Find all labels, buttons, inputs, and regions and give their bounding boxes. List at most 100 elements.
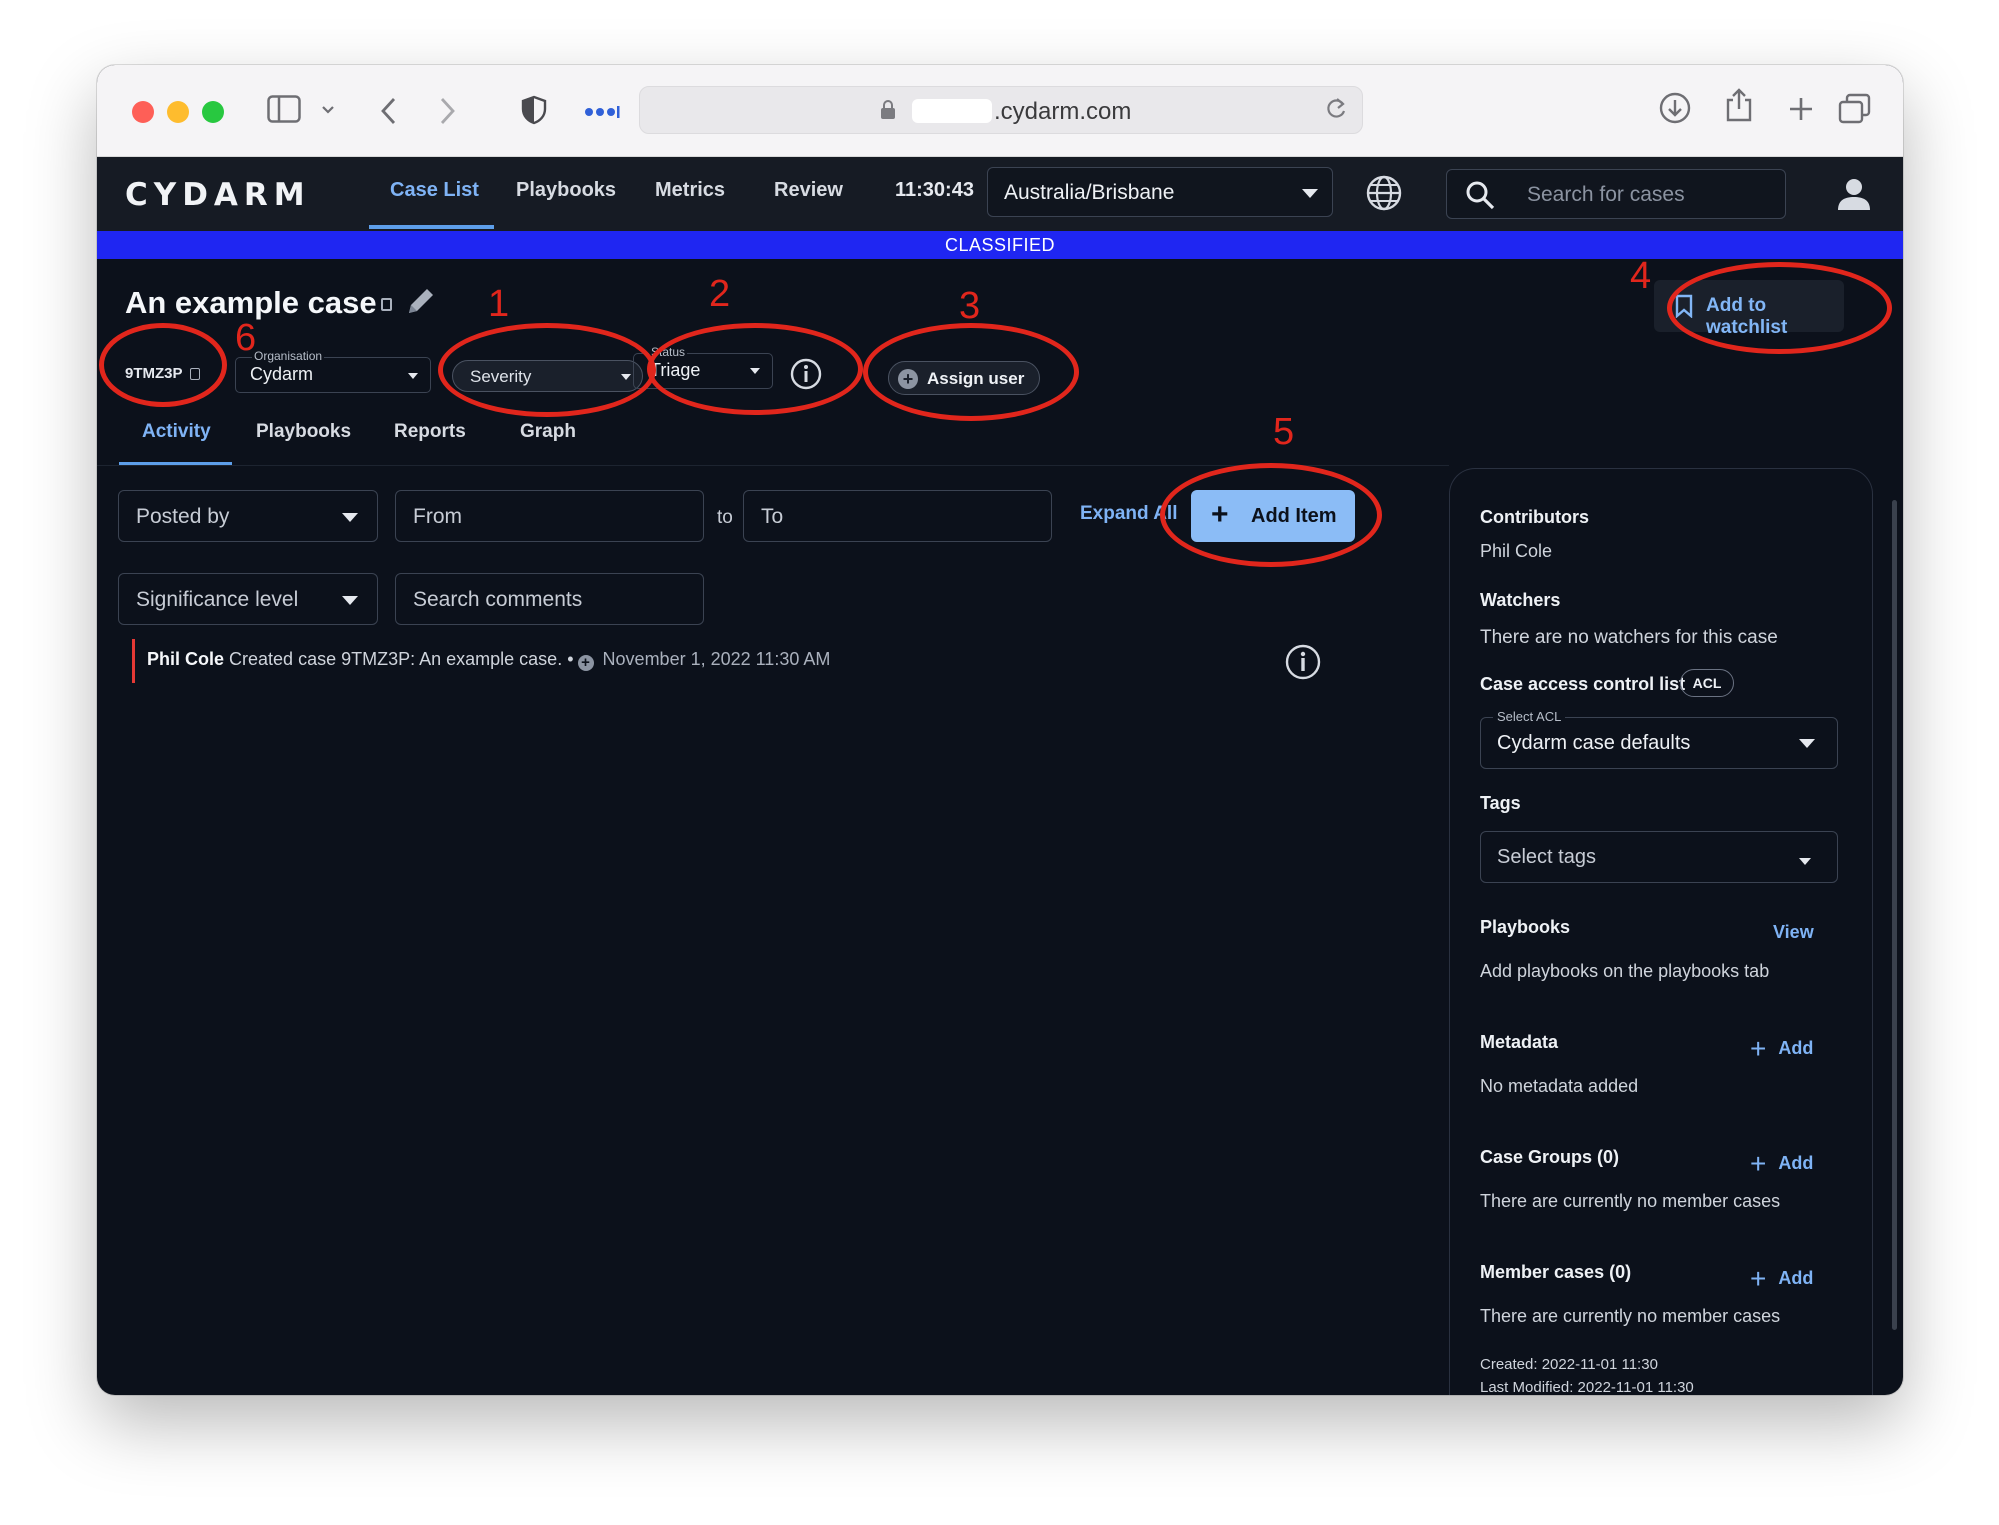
password-manager-icon[interactable] [583,105,621,119]
clock: 11:30:43 [895,179,974,201]
browser-toolbar: .cydarm.com [97,65,1903,157]
chevron-down-icon[interactable] [321,105,335,115]
acl-title: Case access control list [1480,674,1686,694]
annotation-ring-6 [99,323,227,407]
new-tab-icon[interactable] [1787,95,1815,123]
tab-overview-icon[interactable] [1838,93,1872,125]
panel-scrollbar[interactable] [1892,500,1897,1330]
activity-separator: • [567,649,574,669]
privacy-shield-icon[interactable] [521,95,547,125]
timezone-select[interactable]: Australia/Brisbane [987,167,1333,217]
significance-level-label: Significance level [136,588,299,611]
metadata-title: Metadata [1480,1032,1559,1052]
tags-title: Tags [1480,793,1521,813]
minimize-window-button[interactable] [167,101,189,123]
info-icon[interactable] [1284,643,1322,681]
case-groups-value: There are currently no member cases [1480,1191,1781,1211]
caret-down-icon [1799,739,1815,748]
playbooks-view-link[interactable]: View [1773,922,1814,943]
from-date-input[interactable] [413,502,674,532]
search-comments-input[interactable] [413,585,674,615]
member-cases-add-button[interactable]: + Add [1750,1263,1813,1295]
case-groups-add-label: Add [1778,1153,1814,1173]
browser-window: .cydarm.com CYDARM Case List Playbooks M… [97,65,1903,1395]
organisation-label: Organisation [252,349,325,363]
annotation-number-3: 3 [959,285,981,327]
caret-down-icon [1799,858,1811,865]
playbooks-value: Add playbooks on the playbooks tab [1480,961,1770,981]
acl-badge: ACL [1680,669,1734,697]
plus-circle-icon: + [577,655,594,671]
to-date-field[interactable] [743,490,1052,542]
tab-playbooks[interactable]: Playbooks [256,421,351,443]
nav-review[interactable]: Review [774,179,843,202]
plus-icon: + [1750,1033,1767,1064]
activity-item[interactable]: Phil Cole Created case 9TMZ3P: An exampl… [132,639,1337,683]
nav-metrics[interactable]: Metrics [655,179,725,202]
copy-icon[interactable] [380,298,392,312]
organisation-select[interactable]: Cydarm Organisation [235,349,431,393]
search-comments-field[interactable] [395,573,704,625]
case-details-panel: Contributors Phil Cole Watchers There ar… [1449,468,1873,1395]
posted-by-select[interactable]: Posted by [118,490,378,542]
user-account-icon[interactable] [1835,175,1873,213]
watchers-title: Watchers [1480,590,1561,610]
contributors-title: Contributors [1480,507,1589,527]
activity-text: Phil Cole Created case 9TMZ3P: An exampl… [147,649,830,671]
reload-icon[interactable] [1324,96,1348,122]
created-timestamp: Created: 2022-11-01 11:30 [1480,1356,1658,1373]
annotation-number-1: 1 [488,283,510,325]
annotation-ring-3 [863,323,1079,421]
nav-case-list[interactable]: Case List [390,179,479,202]
annotation-number-4: 4 [1630,255,1652,297]
metadata-add-button[interactable]: + Add [1750,1033,1813,1065]
to-date-input[interactable] [761,502,1022,532]
annotation-ring-1 [438,323,656,417]
last-modified-timestamp: Last Modified: 2022-11-01 11:30 [1480,1379,1694,1395]
url-domain: .cydarm.com [994,98,1132,125]
tags-select[interactable]: Select tags [1480,831,1838,883]
close-window-button[interactable] [132,101,154,123]
caret-down-icon [342,596,358,605]
forward-arrow-icon[interactable] [439,97,457,125]
plus-icon: + [1750,1148,1767,1179]
contributors-value: Phil Cole [1480,541,1553,561]
sidebar-toggle-icon[interactable] [267,95,301,123]
activity-author: Phil Cole [147,649,225,669]
annotation-ring-2 [647,323,863,415]
zoom-window-button[interactable] [202,101,224,123]
nav-active-indicator [369,225,494,229]
case-search[interactable] [1446,169,1786,219]
member-cases-title: Member cases (0) [1480,1262,1632,1282]
metadata-value: No metadata added [1480,1076,1639,1096]
search-input[interactable] [1527,180,1767,210]
annotation-ring-5 [1160,463,1382,567]
lock-icon [881,100,895,119]
tab-graph[interactable]: Graph [520,421,576,443]
acl-select-value: Cydarm case defaults [1497,732,1691,754]
back-arrow-icon[interactable] [379,97,397,125]
share-icon[interactable] [1724,87,1754,123]
tab-activity[interactable]: Activity [142,421,211,443]
annotation-ring-4 [1667,262,1892,354]
plus-icon: + [1750,1263,1767,1294]
acl-select[interactable]: Select ACL Cydarm case defaults [1480,709,1838,769]
downloads-icon[interactable] [1658,91,1692,125]
from-date-field[interactable] [395,490,704,542]
member-cases-value: There are currently no member cases [1480,1306,1781,1326]
caret-down-icon [342,513,358,522]
significance-level-select[interactable]: Significance level [118,573,378,625]
search-icon [1466,181,1495,210]
member-cases-add-label: Add [1778,1268,1814,1288]
nav-playbooks[interactable]: Playbooks [516,179,616,202]
address-bar[interactable]: .cydarm.com [639,86,1363,134]
metadata-add-label: Add [1778,1038,1814,1058]
annotation-number-6: 6 [235,317,257,359]
globe-icon[interactable] [1365,174,1403,212]
cydarm-logo[interactable]: CYDARM [125,177,311,213]
posted-by-label: Posted by [136,505,230,528]
case-groups-title: Case Groups (0) [1480,1147,1620,1167]
tab-reports[interactable]: Reports [394,421,466,443]
case-groups-add-button[interactable]: + Add [1750,1148,1813,1180]
pencil-icon[interactable] [403,283,439,319]
